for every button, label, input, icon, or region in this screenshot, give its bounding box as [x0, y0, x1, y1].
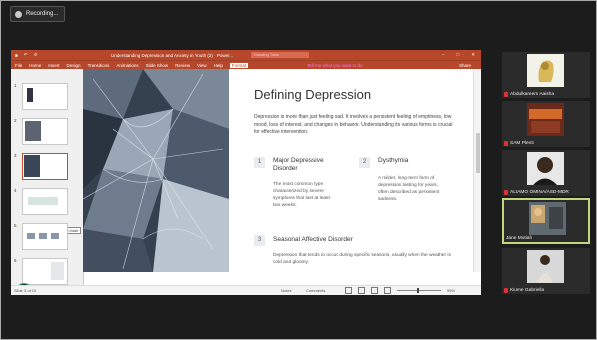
participant-name: Abdulkareem Aaisha — [510, 92, 554, 97]
participant-name-row: Abdulkareem Aaisha — [504, 92, 554, 97]
slide-intro-text: Depression is more than just feeling sad… — [254, 114, 453, 135]
participant-tile[interactable]: ALIAMO OMINA/ASD-MDR — [502, 150, 590, 196]
participant-photo — [527, 103, 564, 136]
slide-sorter-icon[interactable] — [358, 287, 365, 294]
shared-screen: ■ ↶ ↺ Understanding Depression and Anxie… — [11, 50, 481, 295]
tab-review[interactable]: Review — [175, 63, 190, 68]
participant-photo — [527, 250, 564, 283]
participant-tile-active-speaker[interactable]: Jane Mutiah — [502, 198, 590, 244]
item-heading: Dysthymia — [378, 157, 409, 164]
undo-icon[interactable]: ↶ — [24, 52, 28, 58]
number-badge: 2 — [359, 157, 370, 168]
slide-thumbnails-pane: 1 2 3 4 Top Inset 5 6 — [11, 69, 84, 295]
slide-thumbnail-3[interactable] — [22, 153, 68, 180]
participant-photo — [527, 54, 564, 87]
vertical-scrollbar[interactable] — [473, 69, 481, 272]
normal-view-icon[interactable] — [345, 287, 352, 294]
tab-slide-show[interactable]: Slide Show — [146, 63, 169, 68]
participant-name-row: SAM Plenti — [504, 141, 534, 146]
view-buttons — [345, 287, 391, 294]
muted-mic-icon — [504, 288, 508, 293]
item-heading: Seasonal Affective Disorder — [273, 236, 353, 243]
participant-name: ALIAMO OMINA/ASD-MDR — [510, 190, 569, 195]
item-body: Depression that tends to occur during sp… — [273, 253, 451, 265]
tab-insert[interactable]: Insert — [48, 63, 59, 68]
participant-name: Jane Mutiah — [506, 236, 533, 241]
tab-format[interactable]: Format — [229, 63, 249, 68]
zoom-slider-thumb[interactable] — [417, 288, 419, 293]
tab-transitions[interactable]: Transitions — [88, 63, 110, 68]
tab-home[interactable]: Home — [29, 63, 41, 68]
number-badge: 3 — [254, 235, 265, 246]
tab-animations[interactable]: Animations — [116, 63, 138, 68]
recording-label: Recording... — [26, 11, 59, 17]
slide-thumbnail-4[interactable] — [22, 188, 68, 215]
thumbnail-number: 4 — [14, 188, 17, 193]
participant-name-row: Kiume Gabriella — [504, 288, 544, 293]
tab-help[interactable]: Help — [214, 63, 223, 68]
recording-indicator[interactable]: Recording... — [10, 6, 66, 22]
thumbnail-number: 2 — [14, 118, 17, 123]
thumbnail-number: 3 — [14, 153, 17, 158]
item-body: A milder, long-term form of depression l… — [378, 176, 440, 202]
slide-thumbnail-5[interactable] — [22, 223, 68, 250]
muted-mic-icon — [504, 141, 508, 146]
participant-name: SAM Plenti — [510, 141, 534, 146]
tab-file[interactable]: File — [15, 63, 22, 68]
slide-canvas[interactable]: Defining Depression Depression is more t… — [83, 69, 473, 272]
reading-view-icon[interactable] — [371, 287, 378, 294]
slideshow-icon[interactable] — [384, 287, 391, 294]
participant-tile[interactable]: Abdulkareem Aaisha — [502, 52, 590, 98]
document-title: Understanding Depression and Anxiety in … — [111, 52, 234, 58]
tab-view[interactable]: View — [197, 63, 207, 68]
participant-photo — [529, 202, 566, 235]
participant-tile[interactable]: Kiume Gabriella — [502, 248, 590, 294]
redo-icon[interactable]: ↺ — [34, 52, 38, 58]
tab-design[interactable]: Design — [67, 63, 81, 68]
number-badge: 1 — [254, 157, 265, 168]
maximize-icon[interactable]: □ — [457, 52, 460, 58]
thumbnail-number: 6 — [14, 258, 17, 263]
thumbnail-number: 5 — [14, 223, 17, 228]
record-icon — [15, 10, 22, 18]
participant-photo — [527, 152, 564, 185]
window-controls: – □ ✕ — [442, 52, 475, 58]
slide-counter: Slide 3 of 10 — [14, 288, 37, 293]
participant-name-row: Jane Mutiah — [506, 236, 532, 241]
status-bar: Slide 3 of 10 Notes Comments 95% — [11, 285, 481, 295]
zoom-level[interactable]: 95% — [447, 288, 455, 293]
slide-thumbnail-1[interactable] — [22, 83, 68, 110]
muted-mic-icon — [504, 92, 508, 97]
share-button[interactable]: Share — [459, 63, 471, 68]
item-body: The most common type characterized by se… — [273, 182, 330, 208]
tell-me-box[interactable]: Tell me what you want to do — [307, 63, 363, 68]
notes-button[interactable]: Notes — [281, 288, 291, 293]
save-icon[interactable]: ■ — [15, 53, 18, 58]
close-icon[interactable]: ✕ — [471, 52, 475, 58]
contextual-tools-label: Drawing Tools — [251, 52, 309, 58]
slide-title: Defining Depression — [254, 87, 372, 102]
zoom-slider[interactable] — [397, 290, 441, 291]
item-heading: Major Depressive Disorder — [273, 157, 324, 172]
participant-name: Kiume Gabriella — [510, 288, 545, 293]
powerpoint-titlebar: ■ ↶ ↺ Understanding Depression and Anxie… — [11, 50, 481, 60]
minimize-icon[interactable]: – — [442, 52, 445, 58]
muted-mic-icon — [504, 190, 508, 195]
broken-glass-image — [83, 69, 229, 272]
comments-button[interactable]: Comments — [306, 288, 325, 293]
scrollbar-thumb[interactable] — [476, 133, 480, 173]
slide-thumbnail-2[interactable] — [22, 118, 68, 145]
slide-thumbnail-6[interactable] — [22, 258, 68, 285]
participant-name-row: ALIAMO OMINA/ASD-MDR — [504, 190, 569, 195]
thumbnail-number: 1 — [14, 83, 17, 88]
participant-tile[interactable]: SAM Plenti — [502, 101, 590, 147]
